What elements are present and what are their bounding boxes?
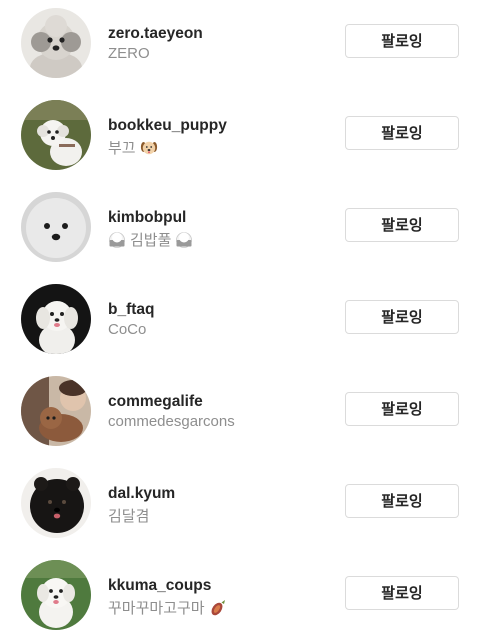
list-item[interactable]: commegalife commedesgarcons 팔로잉	[0, 368, 480, 460]
profile-photo-gray-poodle-icon	[21, 8, 91, 78]
following-button[interactable]: 팔로잉	[345, 208, 459, 242]
avatar[interactable]	[21, 100, 91, 170]
subtitle-text: 김달겸	[108, 508, 150, 525]
sweet-potato-emoji-icon	[211, 599, 225, 615]
username[interactable]: commegalife	[108, 393, 203, 411]
subtitle-text: ZERO	[108, 45, 150, 62]
avatar[interactable]	[21, 560, 91, 630]
avatar[interactable]	[21, 376, 91, 446]
following-button[interactable]: 팔로잉	[345, 392, 459, 426]
profile-photo-white-bichon-closeup-icon	[21, 192, 91, 262]
subtitle: commedesgarcons	[108, 413, 235, 430]
avatar[interactable]	[21, 8, 91, 78]
subtitle: CoCo	[108, 321, 146, 338]
profile-photo-white-dog-on-grass-icon	[21, 100, 91, 170]
username[interactable]: dal.kyum	[108, 485, 175, 503]
profile-photo-black-pomeranian-icon	[21, 468, 91, 538]
following-button[interactable]: 팔로잉	[345, 24, 459, 58]
following-button[interactable]: 팔로잉	[345, 300, 459, 334]
subtitle-text: 부끄	[108, 140, 136, 157]
subtitle-text: commedesgarcons	[108, 413, 235, 430]
username[interactable]: b_ftaq	[108, 301, 155, 319]
following-button[interactable]: 팔로잉	[345, 116, 459, 150]
subtitle: 부끄	[108, 137, 158, 158]
list-item[interactable]: b_ftaq CoCo 팔로잉	[0, 276, 480, 368]
subtitle-text: 꾸마꾸마고구마	[108, 600, 205, 617]
profile-photo-white-maltese-dark-bg-icon	[21, 284, 91, 354]
avatar[interactable]	[21, 284, 91, 354]
subtitle: 김달겸	[108, 505, 149, 526]
list-item[interactable]: kkuma_coups 꾸마꾸마고구마 팔로잉	[0, 552, 480, 644]
subtitle: 꾸마꾸마고구마	[108, 597, 227, 618]
subtitle: 김밥풀	[108, 229, 193, 250]
profile-photo-brown-poodle-with-person-icon	[21, 376, 91, 446]
dog-face-emoji-icon	[140, 141, 157, 154]
list-item[interactable]: bookkeu_puppy 부끄 팔로잉	[0, 92, 480, 184]
profile-photo-white-dog-on-grass-2-icon	[21, 560, 91, 630]
avatar[interactable]	[21, 468, 91, 538]
subtitle-text: CoCo	[108, 321, 147, 338]
subtitle-text: 김밥풀	[130, 232, 172, 249]
avatar[interactable]	[21, 192, 91, 262]
rice-ball-emoji-icon	[176, 231, 193, 248]
username[interactable]: zero.taeyeon	[108, 25, 203, 43]
list-item[interactable]: dal.kyum 김달겸 팔로잉	[0, 460, 480, 552]
subtitle: ZERO	[108, 45, 150, 62]
rice-ball-emoji-icon	[109, 231, 125, 248]
following-button[interactable]: 팔로잉	[345, 576, 459, 610]
list-item[interactable]: kimbobpul 김밥풀 팔로잉	[0, 184, 480, 276]
username[interactable]: kimbobpul	[108, 209, 186, 227]
username[interactable]: bookkeu_puppy	[108, 117, 227, 135]
following-button[interactable]: 팔로잉	[345, 484, 459, 518]
username[interactable]: kkuma_coups	[108, 577, 211, 595]
list-item[interactable]: zero.taeyeon ZERO 팔로잉	[0, 0, 480, 92]
